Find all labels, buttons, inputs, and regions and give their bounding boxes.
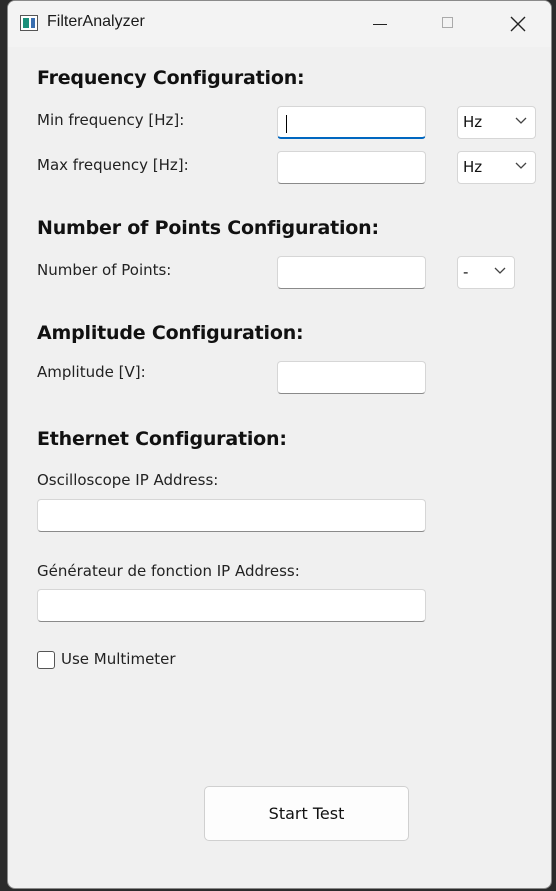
ethernet-heading: Ethernet Configuration: xyxy=(37,428,287,450)
oscilloscope-ip-label: Oscilloscope IP Address: xyxy=(37,471,219,489)
chevron-down-icon xyxy=(515,117,527,124)
min-frequency-unit-select[interactable]: Hz xyxy=(457,106,536,139)
points-heading: Number of Points Configuration: xyxy=(37,217,379,239)
amplitude-label: Amplitude [V]: xyxy=(37,363,146,381)
close-button[interactable] xyxy=(494,1,540,47)
minimize-button[interactable] xyxy=(357,1,403,47)
text-caret xyxy=(286,115,287,133)
max-frequency-label: Max frequency [Hz]: xyxy=(37,156,189,174)
start-test-button[interactable]: Start Test xyxy=(204,786,409,841)
max-frequency-unit-select[interactable]: Hz xyxy=(457,151,536,184)
generator-ip-input[interactable] xyxy=(37,589,426,622)
generator-ip-label: Générateur de fonction IP Address: xyxy=(37,562,300,580)
maximize-button[interactable] xyxy=(426,1,472,47)
amplitude-input[interactable] xyxy=(277,361,426,394)
max-frequency-input[interactable] xyxy=(277,151,426,184)
points-unit-value: - xyxy=(463,263,469,281)
use-multimeter-checkbox[interactable] xyxy=(37,651,55,669)
number-of-points-label: Number of Points: xyxy=(37,261,172,279)
points-unit-select[interactable]: - xyxy=(457,256,515,289)
close-icon xyxy=(510,16,526,32)
title-bar[interactable]: FilterAnalyzer xyxy=(8,1,551,47)
frequency-heading: Frequency Configuration: xyxy=(37,67,305,89)
oscilloscope-ip-input[interactable] xyxy=(37,499,426,532)
app-icon xyxy=(20,15,38,31)
filter-analyzer-window: FilterAnalyzer Frequency Configuration: … xyxy=(7,0,552,889)
min-frequency-label: Min frequency [Hz]: xyxy=(37,111,185,129)
use-multimeter-label: Use Multimeter xyxy=(61,650,176,668)
chevron-down-icon xyxy=(515,162,527,169)
amplitude-heading: Amplitude Configuration: xyxy=(37,322,304,344)
number-of-points-input[interactable] xyxy=(277,256,426,289)
min-frequency-input[interactable] xyxy=(277,106,426,139)
window-title: FilterAnalyzer xyxy=(47,13,145,30)
chevron-down-icon xyxy=(494,267,506,274)
max-frequency-unit-value: Hz xyxy=(463,158,483,176)
min-frequency-unit-value: Hz xyxy=(463,113,483,131)
